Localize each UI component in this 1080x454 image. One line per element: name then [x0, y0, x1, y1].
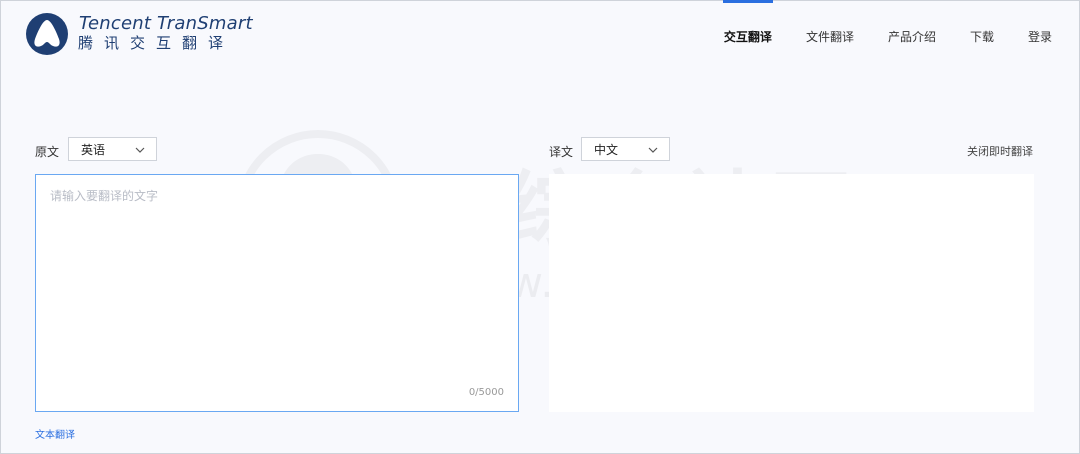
tencent-transmart-logo-icon	[26, 13, 68, 55]
nav-item-login[interactable]: 登录	[1028, 0, 1052, 72]
text-translation-link[interactable]: 文本翻译	[35, 426, 75, 441]
source-language-label: 原文	[35, 145, 60, 159]
target-text-panel	[549, 174, 1034, 412]
source-language-select[interactable]: 英语	[68, 137, 157, 161]
close-instant-translation-link[interactable]: 关闭即时翻译	[967, 143, 1033, 159]
nav-item-file-translation[interactable]: 文件翻译	[806, 0, 854, 72]
source-text-input[interactable]	[36, 175, 518, 411]
character-counter: 0/5000	[468, 387, 504, 398]
chevron-down-icon	[135, 147, 145, 153]
nav-item-interactive-translation[interactable]: 交互翻译	[722, 0, 773, 72]
brand-logo[interactable]: Tencent TranSmart 腾讯交互翻译	[25, 12, 253, 56]
target-language-select[interactable]: 中文	[581, 137, 670, 161]
target-language-value: 中文	[594, 142, 619, 157]
nav-item-download[interactable]: 下载	[970, 0, 994, 72]
source-language-value: 英语	[81, 142, 106, 157]
brand-name-en: Tencent TranSmart	[79, 13, 253, 34]
nav-item-product-intro[interactable]: 产品介绍	[888, 0, 936, 72]
target-language-label: 译文	[549, 145, 574, 159]
chevron-down-icon	[648, 147, 658, 153]
brand-wordmark: Tencent TranSmart 腾讯交互翻译	[77, 15, 253, 51]
brand-name-zh: 腾讯交互翻译	[78, 34, 235, 52]
top-nav: 交互翻译 文件翻译 产品介绍 下载 登录	[722, 0, 1052, 72]
header: Tencent TranSmart 腾讯交互翻译 交互翻译 文件翻译 产品介绍 …	[0, 0, 1080, 72]
source-text-panel: 0/5000	[35, 174, 519, 412]
